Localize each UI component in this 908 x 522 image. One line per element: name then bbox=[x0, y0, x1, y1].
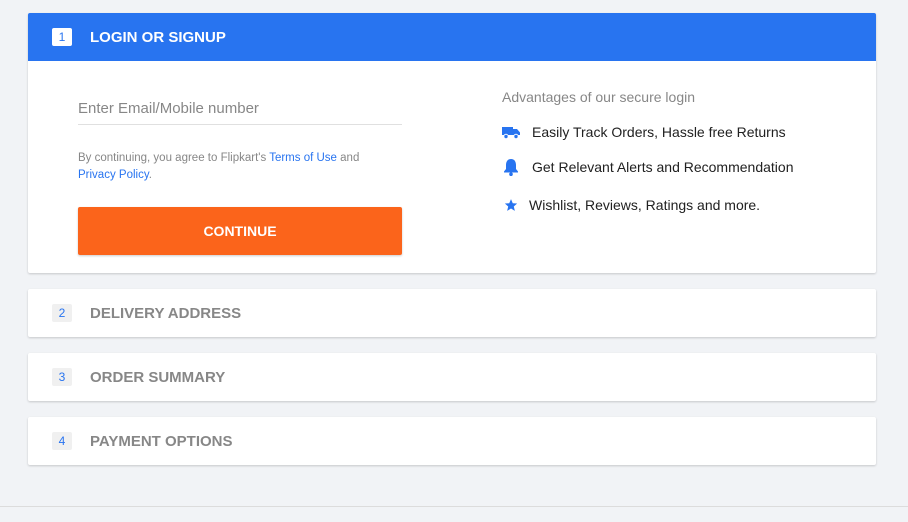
footer-divider bbox=[0, 506, 908, 507]
privacy-policy-link[interactable]: Privacy Policy bbox=[78, 169, 149, 181]
terms-text: By continuing, you agree to Flipkart's T… bbox=[78, 150, 402, 184]
step-title: PAYMENT OPTIONS bbox=[90, 432, 233, 450]
terms-of-use-link[interactable]: Terms of Use bbox=[269, 152, 337, 164]
login-step-header: 1 LOGIN OR SIGNUP bbox=[28, 13, 876, 61]
advantage-label: Wishlist, Reviews, Ratings and more. bbox=[529, 197, 761, 213]
advantage-label: Easily Track Orders, Hassle free Returns bbox=[532, 124, 786, 140]
step-delivery-address[interactable]: 2 DELIVERY ADDRESS bbox=[28, 289, 876, 337]
advantage-item-track: Easily Track Orders, Hassle free Returns bbox=[502, 123, 786, 141]
advantage-item-wishlist: Wishlist, Reviews, Ratings and more. bbox=[502, 196, 760, 214]
email-mobile-input[interactable] bbox=[78, 97, 402, 125]
terms-suffix: . bbox=[148, 169, 152, 181]
login-body: By continuing, you agree to Flipkart's T… bbox=[28, 61, 876, 273]
advantage-item-alerts: Get Relevant Alerts and Recommendation bbox=[502, 158, 793, 176]
step-number-badge: 4 bbox=[52, 432, 72, 450]
step-number-badge: 3 bbox=[52, 368, 72, 386]
terms-prefix: By continuing, you agree to Flipkart's bbox=[78, 152, 270, 164]
bell-icon bbox=[502, 158, 520, 176]
step-title: DELIVERY ADDRESS bbox=[90, 304, 242, 322]
login-step-card: 1 LOGIN OR SIGNUP By continuing, you agr… bbox=[28, 13, 876, 273]
login-step-title: LOGIN OR SIGNUP bbox=[90, 28, 226, 46]
checkout-page: 1 LOGIN OR SIGNUP By continuing, you agr… bbox=[0, 0, 908, 522]
advantages-title: Advantages of our secure login bbox=[502, 89, 696, 105]
truck-icon bbox=[502, 123, 520, 141]
step-title: ORDER SUMMARY bbox=[90, 368, 226, 386]
continue-button[interactable]: CONTINUE bbox=[78, 207, 402, 255]
step-payment-options[interactable]: 4 PAYMENT OPTIONS bbox=[28, 417, 876, 465]
advantage-label: Get Relevant Alerts and Recommendation bbox=[532, 159, 794, 175]
star-icon bbox=[502, 196, 520, 214]
terms-and: and bbox=[336, 152, 360, 164]
step-number-badge: 1 bbox=[52, 28, 72, 46]
step-number-badge: 2 bbox=[52, 304, 72, 322]
step-order-summary[interactable]: 3 ORDER SUMMARY bbox=[28, 353, 876, 401]
